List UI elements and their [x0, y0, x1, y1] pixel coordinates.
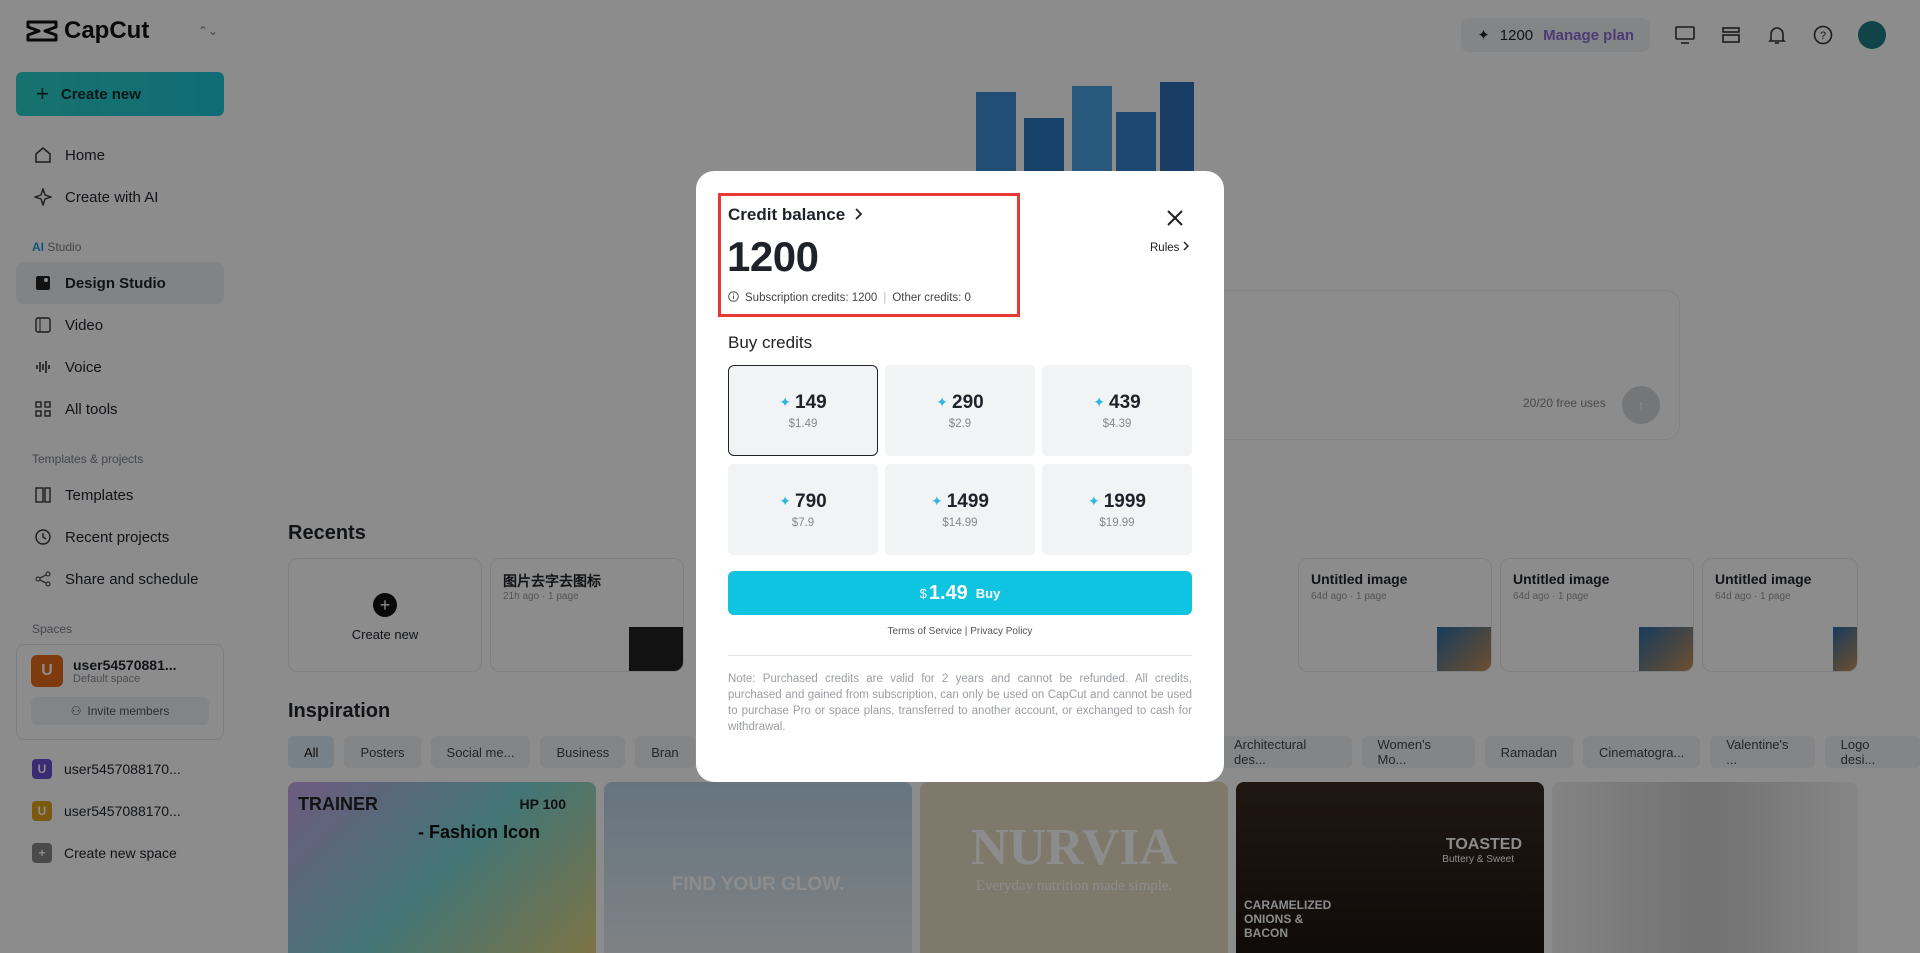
divider — [728, 655, 1192, 656]
credit-package-290[interactable]: ✦ 290 $2.9 — [885, 365, 1035, 456]
package-amount: 1499 — [946, 490, 989, 512]
sparkle-icon: ✦ — [779, 394, 792, 410]
close-icon — [1167, 210, 1183, 226]
credit-balance-title: Credit balance — [728, 205, 846, 224]
package-amount: 439 — [1109, 391, 1141, 413]
package-amount: 149 — [795, 391, 827, 413]
package-price: $19.99 — [1099, 516, 1135, 529]
separator: | — [883, 292, 887, 304]
close-button[interactable] — [1164, 207, 1186, 229]
package-amount: 790 — [795, 490, 827, 512]
buy-label: Buy — [975, 585, 1001, 601]
package-price: $14.99 — [942, 516, 978, 529]
buy-price: 1.49 — [928, 581, 968, 604]
package-amount: 290 — [952, 391, 984, 413]
privacy-link[interactable]: Privacy Policy — [970, 626, 1032, 637]
rules-link[interactable]: Rules — [1150, 241, 1190, 254]
credit-package-439[interactable]: ✦ 439 $4.39 — [1042, 365, 1192, 456]
credit-balance-link[interactable]: Credit balance — [728, 205, 863, 225]
sparkle-icon: ✦ — [1087, 493, 1100, 509]
sparkle-icon: ✦ — [779, 493, 792, 509]
sparkle-icon: ✦ — [1093, 394, 1106, 410]
package-amount: 1999 — [1103, 490, 1146, 512]
sparkle-icon: ✦ — [936, 394, 949, 410]
credit-modal: Credit balance 1200 Subscription credits… — [696, 171, 1224, 782]
rules-label: Rules — [1150, 241, 1180, 254]
credit-package-149[interactable]: ✦ 149 $1.49 — [728, 365, 878, 456]
credit-breakdown: Subscription credits: 1200 | Other credi… — [728, 291, 971, 305]
subscription-credits: Subscription credits: 1200 — [745, 292, 878, 304]
package-price: $2.9 — [948, 417, 972, 430]
credit-package-1999[interactable]: ✦ 1999 $19.99 — [1042, 464, 1192, 555]
chevron-right-icon — [1183, 241, 1190, 254]
credit-package-1499[interactable]: ✦ 1499 $14.99 — [885, 464, 1035, 555]
package-price: $7.9 — [791, 516, 815, 529]
buy-button[interactable]: $ 1.49 Buy — [728, 571, 1192, 615]
other-credits: Other credits: 0 — [892, 292, 971, 304]
credit-balance-value: 1200 — [727, 233, 819, 280]
terms-link[interactable]: Terms of Service — [888, 626, 962, 637]
chevron-right-icon — [855, 205, 863, 225]
purchase-note: Note: Purchased credits are valid for 2 … — [728, 673, 1192, 733]
package-price: $4.39 — [1102, 417, 1132, 430]
package-price: $1.49 — [788, 417, 818, 430]
credit-package-790[interactable]: ✦ 790 $7.9 — [728, 464, 878, 555]
buy-credits-title: Buy credits — [728, 333, 813, 352]
legal-links: Terms of Service | Privacy Policy — [696, 626, 1224, 637]
buy-currency: $ — [919, 585, 927, 601]
info-icon — [728, 291, 739, 305]
sparkle-icon: ✦ — [930, 493, 943, 509]
